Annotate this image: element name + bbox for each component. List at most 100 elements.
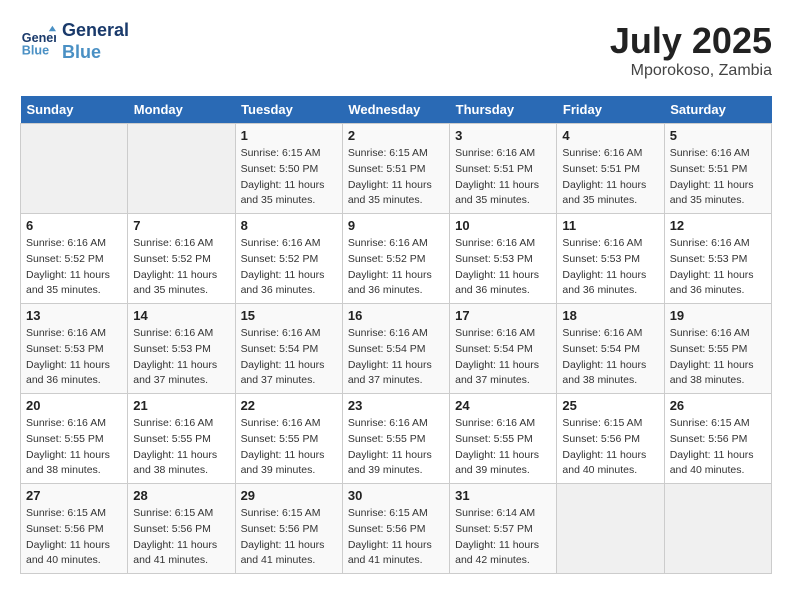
calendar-cell: [557, 484, 664, 574]
day-number: 9: [348, 218, 444, 233]
day-number: 3: [455, 128, 551, 143]
days-header-row: SundayMondayTuesdayWednesdayThursdayFrid…: [21, 96, 772, 124]
calendar-cell: 19 Sunrise: 6:16 AM Sunset: 5:55 PM Dayli…: [664, 304, 771, 394]
day-number: 24: [455, 398, 551, 413]
calendar-cell: 29 Sunrise: 6:15 AM Sunset: 5:56 PM Dayli…: [235, 484, 342, 574]
day-info: Sunrise: 6:16 AM Sunset: 5:52 PM Dayligh…: [241, 236, 337, 299]
day-number: 23: [348, 398, 444, 413]
calendar-cell: 15Sunrise: 6:16 AM Sunset: 5:54 PM Dayli…: [235, 304, 342, 394]
calendar-week-row: 1Sunrise: 6:15 AM Sunset: 5:50 PM Daylig…: [21, 124, 772, 214]
day-info: Sunrise: 6:15 AM Sunset: 5:56 PM Dayligh…: [26, 506, 122, 569]
day-number: 29: [241, 488, 337, 503]
calendar-cell: 6 Sunrise: 6:16 AM Sunset: 5:52 PM Daylig…: [21, 214, 128, 304]
page-header: General Blue GeneralBlue July 2025 Mporo…: [20, 20, 772, 80]
day-number: 13: [26, 308, 122, 323]
calendar-table: SundayMondayTuesdayWednesdayThursdayFrid…: [20, 96, 772, 574]
day-info: Sunrise: 6:16 AM Sunset: 5:55 PM Dayligh…: [26, 416, 122, 479]
calendar-week-row: 6 Sunrise: 6:16 AM Sunset: 5:52 PM Daylig…: [21, 214, 772, 304]
day-info: Sunrise: 6:16 AM Sunset: 5:53 PM Dayligh…: [133, 326, 229, 389]
day-number: 7: [133, 218, 229, 233]
day-number: 30: [348, 488, 444, 503]
calendar-week-row: 27Sunrise: 6:15 AM Sunset: 5:56 PM Dayli…: [21, 484, 772, 574]
calendar-cell: 23 Sunrise: 6:16 AM Sunset: 5:55 PM Dayli…: [342, 394, 449, 484]
calendar-cell: 14 Sunrise: 6:16 AM Sunset: 5:53 PM Dayli…: [128, 304, 235, 394]
calendar-cell: 11 Sunrise: 6:16 AM Sunset: 5:53 PM Dayli…: [557, 214, 664, 304]
calendar-subtitle: Mporokoso, Zambia: [610, 62, 772, 80]
calendar-cell: 5 Sunrise: 6:16 AM Sunset: 5:51 PM Daylig…: [664, 124, 771, 214]
day-info: Sunrise: 6:15 AM Sunset: 5:51 PM Dayligh…: [348, 146, 444, 209]
day-of-week-header: Sunday: [21, 96, 128, 124]
logo-text: GeneralBlue: [62, 20, 129, 63]
day-info: Sunrise: 6:15 AM Sunset: 5:56 PM Dayligh…: [348, 506, 444, 569]
day-info: Sunrise: 6:15 AM Sunset: 5:56 PM Dayligh…: [241, 506, 337, 569]
calendar-cell: 25Sunrise: 6:15 AM Sunset: 5:56 PM Dayli…: [557, 394, 664, 484]
day-number: 14: [133, 308, 229, 323]
calendar-cell: 2 Sunrise: 6:15 AM Sunset: 5:51 PM Daylig…: [342, 124, 449, 214]
calendar-cell: [128, 124, 235, 214]
logo: General Blue GeneralBlue: [20, 20, 129, 63]
calendar-cell: 1Sunrise: 6:15 AM Sunset: 5:50 PM Daylig…: [235, 124, 342, 214]
day-info: Sunrise: 6:15 AM Sunset: 5:56 PM Dayligh…: [133, 506, 229, 569]
day-info: Sunrise: 6:16 AM Sunset: 5:55 PM Dayligh…: [241, 416, 337, 479]
day-number: 10: [455, 218, 551, 233]
logo-icon: General Blue: [20, 24, 56, 60]
day-info: Sunrise: 6:16 AM Sunset: 5:54 PM Dayligh…: [241, 326, 337, 389]
day-info: Sunrise: 6:16 AM Sunset: 5:55 PM Dayligh…: [348, 416, 444, 479]
day-number: 21: [133, 398, 229, 413]
day-info: Sunrise: 6:14 AM Sunset: 5:57 PM Dayligh…: [455, 506, 551, 569]
day-info: Sunrise: 6:16 AM Sunset: 5:53 PM Dayligh…: [562, 236, 658, 299]
calendar-cell: 24Sunrise: 6:16 AM Sunset: 5:55 PM Dayli…: [450, 394, 557, 484]
day-info: Sunrise: 6:15 AM Sunset: 5:56 PM Dayligh…: [670, 416, 766, 479]
calendar-cell: 21 Sunrise: 6:16 AM Sunset: 5:55 PM Dayli…: [128, 394, 235, 484]
day-info: Sunrise: 6:16 AM Sunset: 5:54 PM Dayligh…: [562, 326, 658, 389]
day-info: Sunrise: 6:16 AM Sunset: 5:51 PM Dayligh…: [455, 146, 551, 209]
calendar-cell: 28Sunrise: 6:15 AM Sunset: 5:56 PM Dayli…: [128, 484, 235, 574]
calendar-cell: 4 Sunrise: 6:16 AM Sunset: 5:51 PM Daylig…: [557, 124, 664, 214]
day-number: 11: [562, 218, 658, 233]
calendar-cell: 18 Sunrise: 6:16 AM Sunset: 5:54 PM Dayli…: [557, 304, 664, 394]
day-info: Sunrise: 6:16 AM Sunset: 5:51 PM Dayligh…: [562, 146, 658, 209]
calendar-cell: 16Sunrise: 6:16 AM Sunset: 5:54 PM Dayli…: [342, 304, 449, 394]
day-info: Sunrise: 6:16 AM Sunset: 5:54 PM Dayligh…: [455, 326, 551, 389]
calendar-cell: [664, 484, 771, 574]
day-number: 17: [455, 308, 551, 323]
day-of-week-header: Monday: [128, 96, 235, 124]
calendar-cell: 12 Sunrise: 6:16 AM Sunset: 5:53 PM Dayli…: [664, 214, 771, 304]
day-of-week-header: Thursday: [450, 96, 557, 124]
title-block: July 2025 Mporokoso, Zambia: [610, 20, 772, 80]
day-of-week-header: Tuesday: [235, 96, 342, 124]
calendar-cell: 26Sunrise: 6:15 AM Sunset: 5:56 PM Dayli…: [664, 394, 771, 484]
day-number: 16: [348, 308, 444, 323]
day-number: 20: [26, 398, 122, 413]
calendar-cell: 9Sunrise: 6:16 AM Sunset: 5:52 PM Daylig…: [342, 214, 449, 304]
day-number: 5: [670, 128, 766, 143]
day-number: 6: [26, 218, 122, 233]
day-number: 22: [241, 398, 337, 413]
calendar-cell: 17 Sunrise: 6:16 AM Sunset: 5:54 PM Dayli…: [450, 304, 557, 394]
calendar-cell: 31 Sunrise: 6:14 AM Sunset: 5:57 PM Dayli…: [450, 484, 557, 574]
day-info: Sunrise: 6:16 AM Sunset: 5:53 PM Dayligh…: [26, 326, 122, 389]
calendar-cell: 10 Sunrise: 6:16 AM Sunset: 5:53 PM Dayli…: [450, 214, 557, 304]
day-number: 31: [455, 488, 551, 503]
day-info: Sunrise: 6:16 AM Sunset: 5:55 PM Dayligh…: [133, 416, 229, 479]
calendar-week-row: 20 Sunrise: 6:16 AM Sunset: 5:55 PM Dayli…: [21, 394, 772, 484]
day-of-week-header: Wednesday: [342, 96, 449, 124]
calendar-cell: 27Sunrise: 6:15 AM Sunset: 5:56 PM Dayli…: [21, 484, 128, 574]
day-info: Sunrise: 6:16 AM Sunset: 5:53 PM Dayligh…: [455, 236, 551, 299]
calendar-cell: 3 Sunrise: 6:16 AM Sunset: 5:51 PM Daylig…: [450, 124, 557, 214]
calendar-cell: 30 Sunrise: 6:15 AM Sunset: 5:56 PM Dayli…: [342, 484, 449, 574]
day-info: Sunrise: 6:16 AM Sunset: 5:52 PM Dayligh…: [133, 236, 229, 299]
calendar-cell: 7 Sunrise: 6:16 AM Sunset: 5:52 PM Daylig…: [128, 214, 235, 304]
day-number: 19: [670, 308, 766, 323]
day-info: Sunrise: 6:16 AM Sunset: 5:51 PM Dayligh…: [670, 146, 766, 209]
day-number: 2: [348, 128, 444, 143]
day-info: Sunrise: 6:15 AM Sunset: 5:56 PM Dayligh…: [562, 416, 658, 479]
day-number: 4: [562, 128, 658, 143]
day-number: 8: [241, 218, 337, 233]
day-of-week-header: Friday: [557, 96, 664, 124]
day-number: 12: [670, 218, 766, 233]
day-info: Sunrise: 6:16 AM Sunset: 5:52 PM Dayligh…: [26, 236, 122, 299]
day-info: Sunrise: 6:16 AM Sunset: 5:53 PM Dayligh…: [670, 236, 766, 299]
day-info: Sunrise: 6:16 AM Sunset: 5:55 PM Dayligh…: [670, 326, 766, 389]
day-number: 18: [562, 308, 658, 323]
